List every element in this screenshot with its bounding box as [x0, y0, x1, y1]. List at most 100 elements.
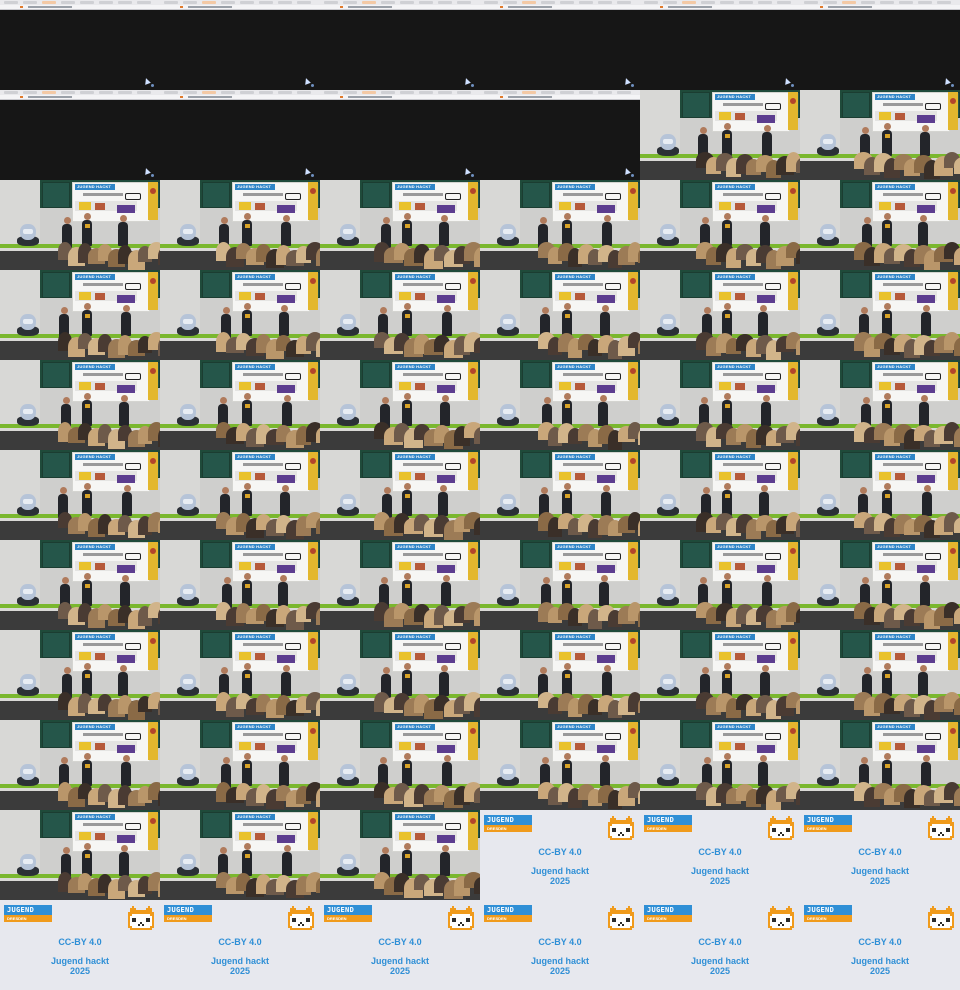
browser-tab[interactable]	[400, 91, 414, 94]
frame-thumbnail-browser[interactable]	[0, 90, 160, 180]
frame-thumbnail-browser[interactable]	[160, 90, 320, 180]
frame-thumbnail-hall[interactable]: JUGEND HACKT	[800, 270, 960, 360]
browser-tab[interactable]	[682, 1, 696, 4]
browser-tab[interactable]	[324, 1, 338, 4]
frame-thumbnail-hall[interactable]: JUGEND HACKT	[0, 630, 160, 720]
browser-tab[interactable]	[61, 91, 75, 94]
address-bar[interactable]	[480, 95, 640, 100]
frame-thumbnail-hall[interactable]: JUGEND HACKT	[480, 450, 640, 540]
browser-tab[interactable]	[23, 1, 37, 4]
frame-thumbnail-hall[interactable]: JUGEND HACKT	[800, 360, 960, 450]
browser-tab[interactable]	[61, 1, 75, 4]
browser-tab[interactable]	[560, 91, 574, 94]
browser-tab[interactable]	[240, 91, 254, 94]
browser-tab[interactable]	[42, 91, 56, 94]
browser-tab[interactable]	[42, 1, 56, 4]
frame-thumbnail-hall[interactable]: JUGEND HACKT	[640, 360, 800, 450]
browser-tab[interactable]	[457, 1, 471, 4]
browser-tab[interactable]	[221, 91, 235, 94]
frame-thumbnail-card[interactable]: JUGEND HACKTDRESDEN CC-BY 4.0 Jugend hackt…	[160, 900, 320, 990]
frame-thumbnail-hall[interactable]: JUGEND HACKT	[0, 540, 160, 630]
browser-tab[interactable]	[560, 1, 574, 4]
browser-tab[interactable]	[644, 1, 658, 4]
frame-thumbnail-hall[interactable]: JUGEND HACKT	[480, 630, 640, 720]
browser-tab[interactable]	[777, 1, 791, 4]
browser-tab[interactable]	[259, 91, 273, 94]
frame-thumbnail-hall[interactable]: JUGEND HACKT	[800, 540, 960, 630]
browser-tab[interactable]	[221, 1, 235, 4]
frame-thumbnail-hall[interactable]: JUGEND HACKT	[160, 360, 320, 450]
browser-tab[interactable]	[297, 1, 311, 4]
frame-thumbnail-card[interactable]: JUGEND HACKTDRESDEN CC-BY 4.0 Jugend hackt…	[640, 810, 800, 900]
address-bar[interactable]	[480, 5, 640, 10]
frame-thumbnail-hall[interactable]: JUGEND HACKT	[0, 270, 160, 360]
browser-tab[interactable]	[579, 91, 593, 94]
browser-tab[interactable]	[80, 1, 94, 4]
browser-tab[interactable]	[362, 91, 376, 94]
browser-tab[interactable]	[183, 1, 197, 4]
frame-thumbnail-hall[interactable]: JUGEND HACKT	[0, 180, 160, 270]
browser-tab[interactable]	[598, 1, 612, 4]
frame-thumbnail-browser[interactable]	[320, 0, 480, 90]
frame-thumbnail-browser[interactable]	[640, 0, 800, 90]
frame-thumbnail-browser[interactable]	[800, 0, 960, 90]
frame-thumbnail-card[interactable]: JUGEND HACKTDRESDEN CC-BY 4.0 Jugend hackt…	[800, 810, 960, 900]
browser-tab[interactable]	[240, 1, 254, 4]
frame-thumbnail-hall[interactable]: JUGEND HACKT	[0, 450, 160, 540]
browser-tab[interactable]	[758, 1, 772, 4]
browser-tab[interactable]	[99, 1, 113, 4]
browser-tab[interactable]	[362, 1, 376, 4]
frame-thumbnail-hall[interactable]: JUGEND HACKT	[480, 270, 640, 360]
frame-thumbnail-browser[interactable]	[480, 0, 640, 90]
browser-tab[interactable]	[400, 1, 414, 4]
frame-thumbnail-hall[interactable]: JUGEND HACKT	[320, 450, 480, 540]
frame-thumbnail-card[interactable]: JUGEND HACKTDRESDEN CC-BY 4.0 Jugend hackt…	[800, 900, 960, 990]
browser-tab[interactable]	[99, 91, 113, 94]
browser-tab[interactable]	[880, 1, 894, 4]
frame-thumbnail-browser[interactable]	[480, 90, 640, 180]
frame-thumbnail-hall[interactable]: JUGEND HACKT	[480, 360, 640, 450]
browser-tab[interactable]	[701, 1, 715, 4]
browser-tab[interactable]	[381, 1, 395, 4]
browser-tab[interactable]	[324, 91, 338, 94]
browser-tab[interactable]	[457, 91, 471, 94]
browser-tab[interactable]	[438, 91, 452, 94]
browser-tab[interactable]	[278, 91, 292, 94]
browser-tab[interactable]	[617, 1, 631, 4]
frame-thumbnail-hall[interactable]: JUGEND HACKT	[160, 180, 320, 270]
frame-thumbnail-hall[interactable]: JUGEND HACKT	[160, 720, 320, 810]
frame-thumbnail-hall[interactable]: JUGEND HACKT	[640, 540, 800, 630]
browser-tab[interactable]	[503, 1, 517, 4]
address-bar[interactable]	[160, 5, 320, 10]
frame-thumbnail-hall[interactable]: JUGEND HACKT	[160, 540, 320, 630]
frame-thumbnail-hall[interactable]: JUGEND HACKT	[320, 630, 480, 720]
frame-thumbnail-hall[interactable]: JUGEND HACKT	[800, 450, 960, 540]
address-bar[interactable]	[800, 5, 960, 10]
frame-thumbnail-hall[interactable]: JUGEND HACKT	[0, 720, 160, 810]
browser-tab[interactable]	[804, 1, 818, 4]
frame-thumbnail-hall[interactable]: JUGEND HACKT	[640, 450, 800, 540]
browser-tab[interactable]	[899, 1, 913, 4]
browser-tab[interactable]	[720, 1, 734, 4]
frame-thumbnail-browser[interactable]	[320, 90, 480, 180]
browser-tab[interactable]	[381, 91, 395, 94]
frame-thumbnail-hall[interactable]: JUGEND HACKT	[800, 180, 960, 270]
frame-thumbnail-hall[interactable]: JUGEND HACKT	[640, 720, 800, 810]
frame-thumbnail-hall[interactable]: JUGEND HACKT	[480, 540, 640, 630]
browser-tab[interactable]	[503, 91, 517, 94]
frame-thumbnail-hall[interactable]: JUGEND HACKT	[640, 180, 800, 270]
browser-tab[interactable]	[617, 91, 631, 94]
browser-tab[interactable]	[202, 1, 216, 4]
frame-thumbnail-card[interactable]: JUGEND HACKTDRESDEN CC-BY 4.0 Jugend hackt…	[320, 900, 480, 990]
address-bar[interactable]	[160, 95, 320, 100]
frame-thumbnail-hall[interactable]: JUGEND HACKT	[480, 720, 640, 810]
browser-tab[interactable]	[438, 1, 452, 4]
browser-tab[interactable]	[861, 1, 875, 4]
browser-tab[interactable]	[937, 1, 951, 4]
frame-thumbnail-hall[interactable]: JUGEND HACKT	[160, 450, 320, 540]
browser-tab[interactable]	[579, 1, 593, 4]
browser-tab[interactable]	[343, 1, 357, 4]
browser-tab[interactable]	[663, 1, 677, 4]
frame-thumbnail-hall[interactable]: JUGEND HACKT	[320, 540, 480, 630]
frame-thumbnail-hall[interactable]: JUGEND HACKT	[160, 270, 320, 360]
